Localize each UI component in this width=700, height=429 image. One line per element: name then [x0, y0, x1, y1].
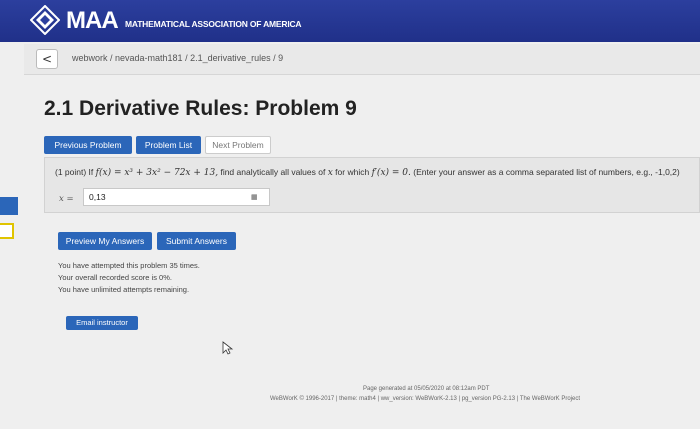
org-name: MATHEMATICAL ASSOCIATION OF AMERICA [125, 19, 302, 29]
problem-statement: (1 point) If f(x) = x³ + 3x² − 72x + 13,… [55, 167, 680, 178]
grid-icon[interactable]: ▦ [251, 194, 260, 201]
site-header: MAA MATHEMATICAL ASSOCIATION OF AMERICA [0, 0, 700, 42]
next-problem-button[interactable]: Next Problem [205, 136, 271, 154]
problem-points: (1 point) If [55, 167, 94, 177]
breadcrumb-bar: < webwork / nevada-math181 / 2.1_derivat… [24, 44, 700, 75]
answer-input[interactable]: 0,13 [83, 188, 270, 206]
problem-list-button[interactable]: Problem List [136, 136, 201, 154]
problem-for-which: for which [335, 167, 370, 177]
submit-answers-button[interactable]: Submit Answers [157, 232, 236, 250]
problem-panel: (1 point) If f(x) = x³ + 3x² − 72x + 13,… [44, 157, 700, 213]
preview-answers-button[interactable]: Preview My Answers [58, 232, 152, 250]
problem-function: f(x) = x³ + 3x² − 72x + 13, [95, 168, 219, 178]
problem-format-hint: (Enter your answer as a comma separated … [413, 167, 680, 177]
back-button[interactable]: < [36, 49, 58, 69]
attempts-status: You have attempted this problem 35 times… [58, 261, 200, 270]
logo-text: MAA [66, 7, 119, 34]
chevron-left-icon: < [41, 52, 53, 66]
score-status: Your overall recorded score is 0%. [58, 273, 172, 282]
remaining-status: You have unlimited attempts remaining. [58, 285, 190, 294]
problem-instruction: find analytically all values of [220, 167, 326, 177]
mouse-cursor-icon [222, 341, 234, 355]
footer-generated: Page generated at 05/05/2020 at 08:12am … [363, 386, 490, 392]
previous-problem-button[interactable]: Previous Problem [44, 136, 132, 154]
email-instructor-button[interactable]: Email instructor [66, 316, 138, 330]
problem-condition: f′(x) = 0. [371, 168, 411, 178]
page-title: 2.1 Derivative Rules: Problem 9 [44, 97, 357, 120]
footer-version: WeBWorK © 1996-2017 | theme: math4 | ww_… [270, 396, 581, 402]
problem-variable: x [327, 168, 333, 178]
answer-label: x = [59, 194, 74, 204]
maa-logo-icon [30, 5, 60, 35]
side-marker [0, 223, 14, 239]
breadcrumb[interactable]: webwork / nevada-math181 / 2.1_derivativ… [72, 53, 283, 63]
side-tab[interactable] [0, 197, 18, 215]
